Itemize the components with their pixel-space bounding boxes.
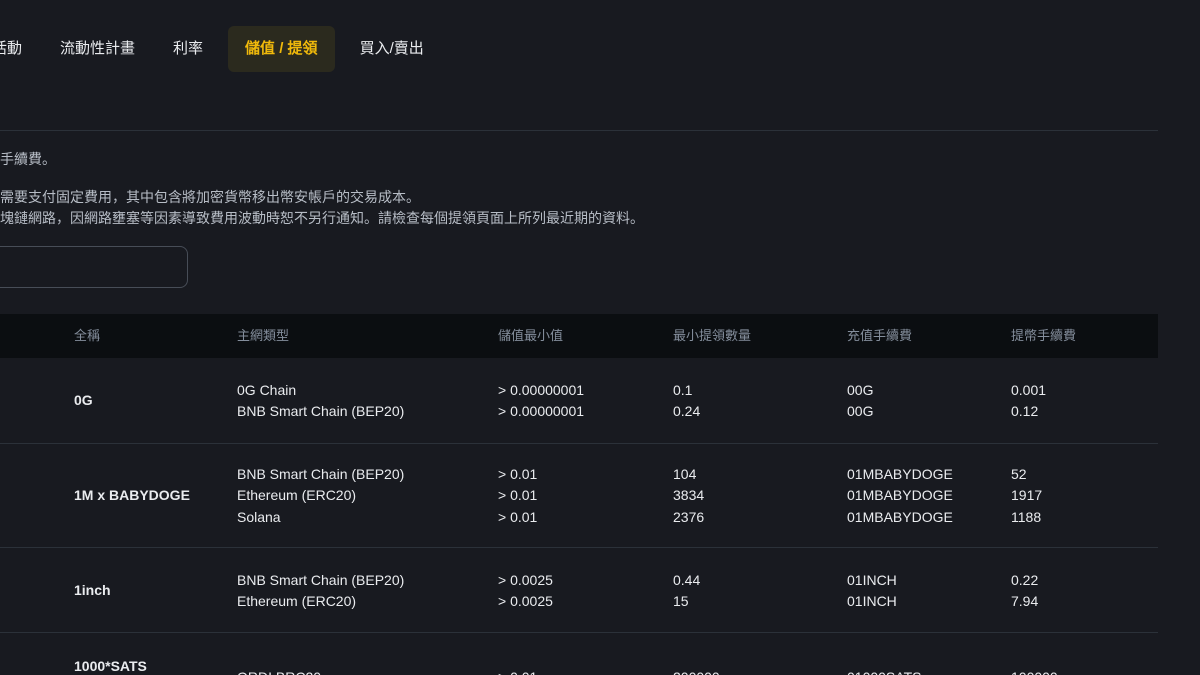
tab-liquidity-program[interactable]: 流動性計畫 — [41, 26, 154, 72]
network-value: BNB Smart Chain (BEP20) — [237, 403, 405, 420]
min-withdraw-value: 15 — [673, 593, 689, 610]
min-withdraw-value: 0.24 — [673, 403, 701, 420]
header-min-deposit: 儲值最小值 — [498, 328, 564, 343]
deposit-fee-value: 01MBABYDOGE — [847, 487, 953, 504]
withdraw-fee-value: 1917 — [1011, 487, 1043, 504]
deposit-fee-cell: 00G 00G — [847, 380, 873, 423]
network-value: 0G Chain — [237, 382, 297, 398]
coin-name: 1M x BABYDOGE — [74, 487, 190, 503]
deposit-fee-value: 01INCH — [847, 572, 897, 588]
withdraw-fee-cell: 0.001 0.12 — [1011, 380, 1046, 423]
min-withdraw-cell: 104 3834 2376 — [673, 464, 704, 528]
min-withdraw-value: 0.44 — [673, 572, 701, 588]
network-value: Ethereum (ERC20) — [237, 593, 357, 610]
withdraw-fee-value: 0.22 — [1011, 572, 1039, 588]
min-withdraw-cell: 0.44 15 — [673, 570, 700, 613]
table-row: 1000*SATS ORDI BRC20 > 0.01 200000 01000… — [0, 633, 1158, 675]
deposit-fee-value: 00G — [847, 403, 874, 420]
min-deposit-value: > 0.01 — [498, 466, 538, 482]
min-deposit-value: > 0.00000001 — [498, 403, 585, 420]
min-withdraw-value: 3834 — [673, 487, 705, 504]
min-withdraw-value: 104 — [673, 466, 697, 482]
fee-table: 全稱 主網類型 儲值最小值 最小提領數量 充值手續費 提幣手續費 0G 0G C… — [0, 314, 1158, 675]
deposit-fee-value: 01MBABYDOGE — [847, 466, 953, 482]
withdraw-fee-cell: 0.22 7.94 — [1011, 570, 1038, 613]
min-withdraw-value: 0.1 — [673, 382, 693, 398]
table-row: 0G 0G Chain BNB Smart Chain (BEP20) > 0.… — [0, 358, 1158, 444]
note-line-1: 手續費。 — [0, 151, 56, 167]
min-deposit-value: > 0.0025 — [498, 593, 553, 610]
header-network: 主網類型 — [237, 328, 290, 343]
network-value: Solana — [237, 508, 281, 525]
coin-name: 1inch — [74, 582, 111, 598]
min-deposit-value: > 0.01 — [498, 667, 537, 675]
withdraw-fee-value: 0.12 — [1011, 403, 1039, 420]
fee-notes: 手續費。 需要支付固定費用，其中包含將加密貨幣移出幣安帳戶的交易成本。 塊鏈網路… — [0, 149, 644, 229]
deposit-fee-cell: 01000SATS — [847, 667, 921, 675]
tab-interest-rate[interactable]: 利率 — [154, 26, 222, 72]
tab-deposit-withdraw[interactable]: 儲值 / 提領 — [228, 26, 335, 72]
min-deposit-cell: > 0.00000001 > 0.00000001 — [498, 380, 584, 423]
min-deposit-value: > 0.00000001 — [498, 382, 585, 398]
coin-name: 0G — [74, 392, 93, 408]
network-value: Ethereum (ERC20) — [237, 487, 357, 504]
coin-search-input[interactable] — [0, 246, 188, 288]
min-deposit-cell: > 0.01 > 0.01 > 0.01 — [498, 464, 537, 528]
deposit-fee-value: 00G — [847, 382, 874, 398]
network-cell: BNB Smart Chain (BEP20) Ethereum (ERC20) — [237, 570, 404, 613]
network-cell: ORDI BRC20 — [237, 667, 321, 675]
note-line-3: 塊鏈網路，因網路壅塞等因素導致費用波動時恕不另行通知。請檢查每個提領頁面上所列最… — [0, 210, 644, 226]
min-deposit-value: > 0.0025 — [498, 572, 553, 588]
min-deposit-value: > 0.01 — [498, 487, 538, 504]
min-deposit-cell: > 0.01 — [498, 667, 537, 675]
min-deposit-value: > 0.01 — [498, 508, 538, 525]
deposit-fee-cell: 01MBABYDOGE 01MBABYDOGE 01MBABYDOGE — [847, 464, 953, 528]
note-line-2: 需要支付固定費用，其中包含將加密貨幣移出幣安帳戶的交易成本。 — [0, 189, 420, 205]
network-value: ORDI BRC20 — [237, 667, 321, 675]
fees-page: 活動 流動性計畫 利率 儲值 / 提領 買入/賣出 手續費。 需要支付固定費用，… — [0, 0, 1200, 675]
deposit-fee-value: 01MBABYDOGE — [847, 508, 953, 525]
withdraw-fee-cell: 100000 — [1011, 667, 1058, 675]
coin-name: 1000*SATS — [74, 658, 147, 674]
min-withdraw-cell: 200000 — [673, 667, 720, 675]
network-cell: BNB Smart Chain (BEP20) Ethereum (ERC20)… — [237, 464, 404, 528]
table-row: 1M x BABYDOGE BNB Smart Chain (BEP20) Et… — [0, 444, 1158, 548]
withdraw-fee-cell: 52 1917 1188 — [1011, 464, 1042, 528]
min-deposit-cell: > 0.0025 > 0.0025 — [498, 570, 553, 613]
network-value: BNB Smart Chain (BEP20) — [237, 572, 405, 588]
deposit-fee-value: 01INCH — [847, 593, 897, 610]
min-withdraw-value: 2376 — [673, 508, 705, 525]
withdraw-fee-value: 0.001 — [1011, 382, 1047, 398]
withdraw-fee-value: 7.94 — [1011, 593, 1039, 610]
min-withdraw-value: 200000 — [673, 667, 720, 675]
network-value: BNB Smart Chain (BEP20) — [237, 466, 405, 482]
min-withdraw-cell: 0.1 0.24 — [673, 380, 700, 423]
deposit-fee-cell: 01INCH 01INCH — [847, 570, 897, 613]
header-full-name: 全稱 — [74, 328, 101, 343]
withdraw-fee-value: 100000 — [1011, 667, 1058, 675]
network-cell: 0G Chain BNB Smart Chain (BEP20) — [237, 380, 404, 423]
withdraw-fee-value: 52 — [1011, 466, 1027, 482]
tab-activities[interactable]: 活動 — [0, 26, 41, 72]
header-deposit-fee: 充值手續費 — [847, 328, 913, 343]
withdraw-fee-value: 1188 — [1011, 508, 1042, 525]
table-row: 1inch BNB Smart Chain (BEP20) Ethereum (… — [0, 548, 1158, 633]
header-withdraw-fee: 提幣手續費 — [1011, 328, 1077, 343]
header-min-withdraw: 最小提領數量 — [673, 328, 752, 343]
deposit-fee-value: 01000SATS — [847, 667, 921, 675]
tab-buy-sell[interactable]: 買入/賣出 — [341, 26, 443, 72]
table-header: 全稱 主網類型 儲值最小值 最小提領數量 充值手續費 提幣手續費 — [0, 314, 1158, 358]
section-divider — [0, 130, 1158, 131]
tab-bar: 活動 流動性計畫 利率 儲值 / 提領 買入/賣出 — [0, 26, 443, 72]
